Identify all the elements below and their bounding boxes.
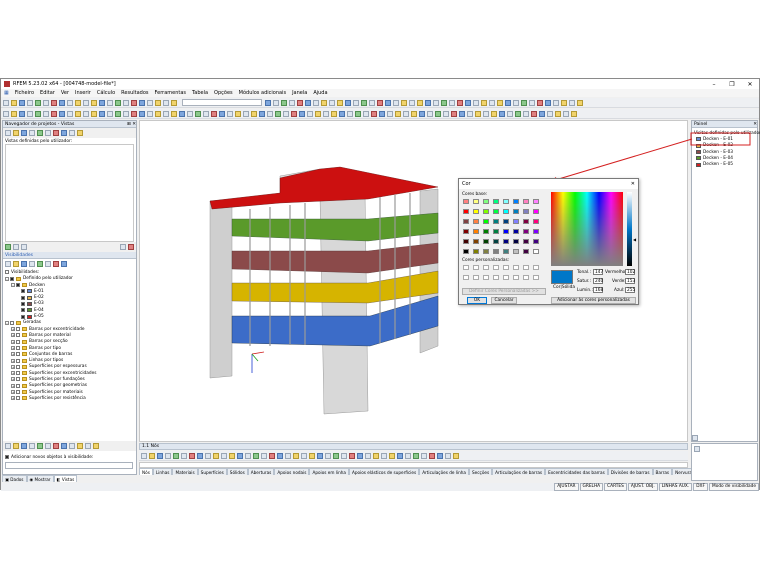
blue-label: Azul: (614, 288, 625, 293)
base-color-swatch[interactable] (463, 219, 469, 224)
base-color-swatch[interactable] (473, 219, 479, 224)
base-color-swatch[interactable] (503, 219, 509, 224)
add-to-custom-colors-button[interactable]: Adicionar às cores personalizadas (551, 297, 636, 304)
base-color-swatch[interactable] (493, 219, 499, 224)
base-color-swatch[interactable] (513, 219, 519, 224)
base-color-swatch[interactable] (463, 199, 469, 204)
base-color-swatch[interactable] (473, 229, 479, 234)
hue-input[interactable]: 147 (593, 269, 603, 275)
base-color-swatch[interactable] (533, 219, 539, 224)
base-color-swatch[interactable] (493, 199, 499, 204)
base-colors-label: Cores base: (462, 192, 488, 197)
blue-input[interactable]: 255 (625, 287, 635, 293)
custom-color-swatch[interactable] (503, 275, 509, 280)
custom-color-swatch[interactable] (523, 265, 529, 270)
base-color-swatch[interactable] (483, 229, 489, 234)
ok-button[interactable]: OK (467, 297, 487, 304)
base-color-swatch[interactable] (533, 249, 539, 254)
color-spectrum[interactable] (551, 192, 623, 266)
custom-color-swatch[interactable] (463, 265, 469, 270)
luminance-arrow-icon[interactable]: ◀ (633, 237, 636, 242)
base-color-swatch[interactable] (513, 229, 519, 234)
base-color-swatch[interactable] (523, 209, 529, 214)
custom-colors-label: Cores personalizadas: (462, 258, 510, 263)
base-color-swatch[interactable] (503, 229, 509, 234)
base-color-swatch[interactable] (483, 209, 489, 214)
base-color-swatch[interactable] (463, 209, 469, 214)
custom-color-swatch[interactable] (473, 265, 479, 270)
sat-label: Satur.: (577, 279, 591, 284)
base-color-swatch[interactable] (523, 199, 529, 204)
base-color-swatch[interactable] (483, 239, 489, 244)
annotation-arrow (551, 138, 693, 182)
base-color-swatch[interactable] (523, 239, 529, 244)
base-color-swatch[interactable] (513, 239, 519, 244)
dialog-titlebar: Cor ✕ (459, 179, 638, 189)
base-color-swatch[interactable] (463, 249, 469, 254)
base-color-swatch[interactable] (473, 239, 479, 244)
custom-color-swatch[interactable] (463, 275, 469, 280)
base-color-swatch[interactable] (473, 209, 479, 214)
custom-color-swatch[interactable] (483, 275, 489, 280)
sat-input[interactable]: 240 (593, 278, 603, 284)
custom-color-swatch[interactable] (523, 275, 529, 280)
hue-label: Tonal.: (577, 270, 591, 275)
base-color-swatch[interactable] (493, 229, 499, 234)
selected-color-preview (551, 270, 573, 284)
base-color-swatch[interactable] (523, 219, 529, 224)
base-color-swatch[interactable] (473, 199, 479, 204)
green-label: Verde: (612, 279, 626, 284)
highlight-box (690, 132, 751, 146)
base-color-swatch[interactable] (503, 249, 509, 254)
custom-color-swatch[interactable] (473, 275, 479, 280)
custom-color-swatch[interactable] (503, 265, 509, 270)
color-dialog: Cor ✕ Cores base: Cores personalizadas: D… (458, 178, 639, 305)
dialog-title: Cor (462, 181, 471, 187)
base-color-swatch[interactable] (483, 199, 489, 204)
dialog-close-icon[interactable]: ✕ (631, 181, 635, 187)
red-input[interactable]: 102 (625, 269, 635, 275)
custom-color-swatch[interactable] (513, 275, 519, 280)
base-color-swatch[interactable] (483, 219, 489, 224)
custom-color-swatch[interactable] (533, 275, 539, 280)
base-color-swatch[interactable] (513, 199, 519, 204)
base-color-swatch[interactable] (493, 249, 499, 254)
base-color-swatch[interactable] (483, 249, 489, 254)
base-color-swatch[interactable] (533, 209, 539, 214)
base-color-swatch[interactable] (503, 209, 509, 214)
red-label: Vermelho: (605, 270, 627, 275)
base-color-swatch[interactable] (503, 239, 509, 244)
base-color-swatch[interactable] (513, 249, 519, 254)
custom-color-swatch[interactable] (493, 275, 499, 280)
base-color-swatch[interactable] (533, 199, 539, 204)
base-color-swatch[interactable] (503, 199, 509, 204)
annotation-overlay (548, 132, 751, 184)
base-color-swatch[interactable] (463, 229, 469, 234)
base-color-swatch[interactable] (493, 209, 499, 214)
base-color-swatch[interactable] (523, 249, 529, 254)
base-color-swatch[interactable] (533, 239, 539, 244)
base-color-swatch[interactable] (463, 239, 469, 244)
custom-color-swatch[interactable] (513, 265, 519, 270)
base-color-swatch[interactable] (493, 239, 499, 244)
cancel-button[interactable]: Cancelar (491, 297, 517, 304)
lum-input[interactable]: 168 (593, 287, 603, 293)
base-color-swatch[interactable] (523, 229, 529, 234)
base-color-swatch[interactable] (533, 229, 539, 234)
define-custom-colors-button[interactable]: Definir Cores Personalizadas >> (462, 288, 546, 295)
lum-label: Lumin.: (577, 288, 593, 293)
custom-color-swatch[interactable] (493, 265, 499, 270)
custom-color-swatch[interactable] (483, 265, 489, 270)
green-input[interactable]: 153 (625, 278, 635, 284)
custom-color-swatch[interactable] (533, 265, 539, 270)
solid-color-label: Cor|Sólida (553, 285, 575, 290)
base-color-swatch[interactable] (473, 249, 479, 254)
luminance-slider[interactable] (627, 192, 632, 266)
base-color-swatch[interactable] (513, 209, 519, 214)
